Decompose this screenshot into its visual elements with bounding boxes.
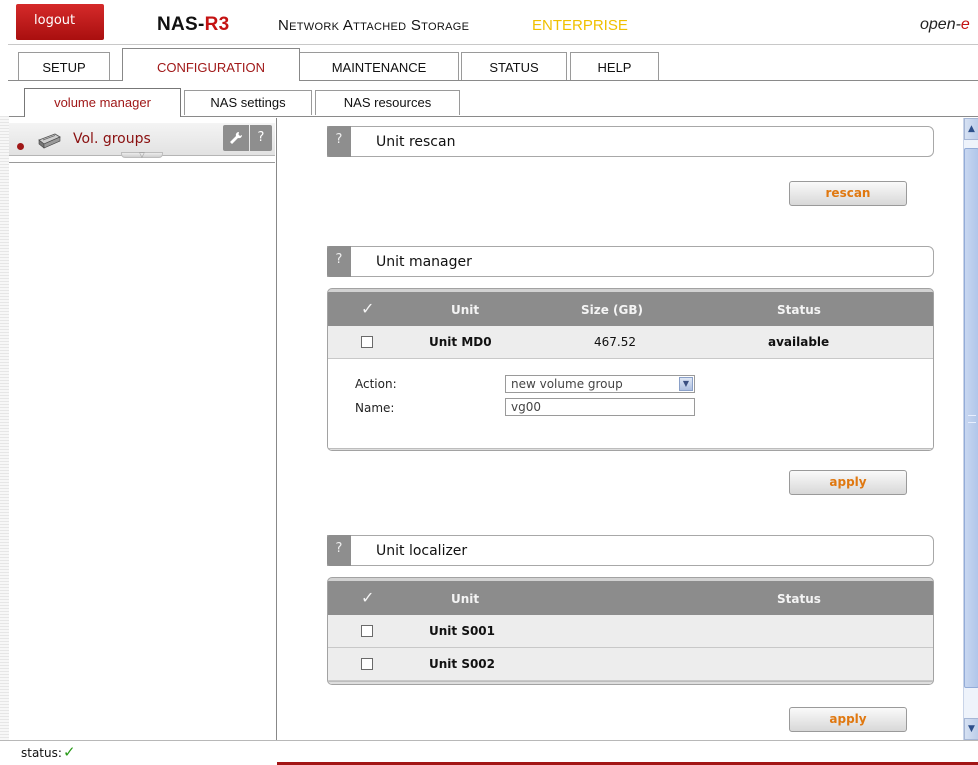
sidebar-item-vol-groups[interactable]: Vol. groups ? ▽ xyxy=(9,123,275,159)
main-content: ? Unit rescan rescan ? Unit manager ✓ Un… xyxy=(278,118,963,740)
sidebar-item-label: Vol. groups xyxy=(73,131,151,147)
action-label: Action: xyxy=(355,377,397,391)
column-header-size: Size (GB) xyxy=(581,303,644,317)
table-row: Unit S002 xyxy=(328,648,933,681)
tab-configuration[interactable]: CONFIGURATION xyxy=(122,48,300,81)
scrollbar-thumb[interactable] xyxy=(964,148,978,688)
table-row: Unit S001 xyxy=(328,615,933,648)
scroll-down-arrow-icon[interactable]: ▼ xyxy=(964,718,978,740)
unit-manager-header: ? Unit manager xyxy=(327,246,934,277)
subtab-volume-manager[interactable]: volume manager xyxy=(24,88,181,117)
left-edge-decoration xyxy=(0,116,9,741)
unit-manager-apply-button[interactable]: apply xyxy=(789,470,907,495)
action-select[interactable]: new volume group ▼ xyxy=(505,375,695,393)
product-edition: ENTERPRISE xyxy=(532,17,628,34)
table-footer xyxy=(328,681,933,684)
sidebar-divider xyxy=(9,162,275,163)
row-checkbox[interactable] xyxy=(361,336,373,348)
disk-drive-icon xyxy=(38,133,61,149)
sidebar-help-icon[interactable]: ? xyxy=(250,125,272,151)
row-size: 467.52 xyxy=(594,335,636,349)
unit-manager-table: ✓ Unit Size (GB) Status Unit MD0 467.52 … xyxy=(327,288,934,451)
sidebar: Vol. groups ? ▽ xyxy=(9,118,277,740)
row-checkbox[interactable] xyxy=(361,625,373,637)
brand-logo: open-e xyxy=(920,16,970,34)
name-input[interactable]: vg00 xyxy=(505,398,695,416)
table-header: ✓ Unit Status xyxy=(328,578,933,615)
active-bullet-icon xyxy=(17,143,24,150)
unit-manager-help-icon[interactable]: ? xyxy=(327,246,351,277)
row-unit: Unit S001 xyxy=(429,624,496,638)
checkmark-icon: ✓ xyxy=(63,743,76,761)
logo-main: NAS- xyxy=(157,14,205,35)
app-header: logout NAS-R3 Network Attached Storage E… xyxy=(0,0,978,44)
subtab-nas-settings[interactable]: NAS settings xyxy=(184,90,312,115)
rescan-button[interactable]: rescan xyxy=(789,181,907,206)
table-header: ✓ Unit Size (GB) Status xyxy=(328,289,933,326)
column-header-select: ✓ xyxy=(361,299,375,318)
row-status: available xyxy=(768,335,830,349)
row-unit: Unit MD0 xyxy=(429,335,492,349)
column-header-status: Status xyxy=(777,303,821,317)
brand-main: open- xyxy=(920,16,961,33)
column-header-status: Status xyxy=(777,592,821,606)
subtab-nas-resources[interactable]: NAS resources xyxy=(315,90,460,115)
unit-rescan-title: Unit rescan xyxy=(376,134,456,150)
unit-manager-form: Action: new volume group ▼ Name: vg00 xyxy=(328,359,933,448)
column-header-unit: Unit xyxy=(451,303,480,317)
unit-localizer-header: ? Unit localizer xyxy=(327,535,934,566)
column-header-unit: Unit xyxy=(451,592,480,606)
wrench-icon[interactable] xyxy=(223,125,249,151)
tab-maintenance[interactable]: MAINTENANCE xyxy=(299,52,459,80)
logo-accent: R3 xyxy=(204,14,230,35)
tab-help[interactable]: HELP xyxy=(570,52,659,80)
scrollbar-grip-icon xyxy=(968,415,976,423)
status-bar: status: ✓ xyxy=(0,740,978,765)
tab-setup[interactable]: SETUP xyxy=(18,52,110,80)
unit-localizer-table: ✓ Unit Status Unit S001 Unit S002 xyxy=(327,577,934,685)
name-label: Name: xyxy=(355,401,395,415)
scroll-up-arrow-icon[interactable]: ▲ xyxy=(964,118,978,140)
expand-arrow-icon[interactable]: ▽ xyxy=(121,152,163,159)
action-select-value: new volume group xyxy=(511,377,623,391)
status-label: status: xyxy=(21,746,62,760)
content-scrollbar[interactable]: ▲ ▼ xyxy=(963,118,978,740)
unit-localizer-title: Unit localizer xyxy=(376,543,468,559)
product-subtitle: Network Attached Storage xyxy=(278,17,470,34)
product-logo: NAS-R3 xyxy=(157,14,230,36)
tab-status[interactable]: STATUS xyxy=(461,52,567,80)
unit-manager-title: Unit manager xyxy=(376,254,472,270)
header-divider xyxy=(8,44,978,45)
unit-rescan-header: ? Unit rescan xyxy=(327,126,934,157)
column-header-select: ✓ xyxy=(361,588,375,607)
table-footer xyxy=(328,448,933,450)
brand-accent: e xyxy=(960,16,970,33)
row-checkbox[interactable] xyxy=(361,658,373,670)
unit-localizer-help-icon[interactable]: ? xyxy=(327,535,351,566)
logout-button[interactable]: logout xyxy=(16,4,104,40)
unit-rescan-help-icon[interactable]: ? xyxy=(327,126,351,157)
unit-localizer-apply-button[interactable]: apply xyxy=(789,707,907,732)
row-unit: Unit S002 xyxy=(429,657,496,671)
chevron-down-icon[interactable]: ▼ xyxy=(679,377,693,391)
table-row: Unit MD0 467.52 available xyxy=(328,326,933,359)
